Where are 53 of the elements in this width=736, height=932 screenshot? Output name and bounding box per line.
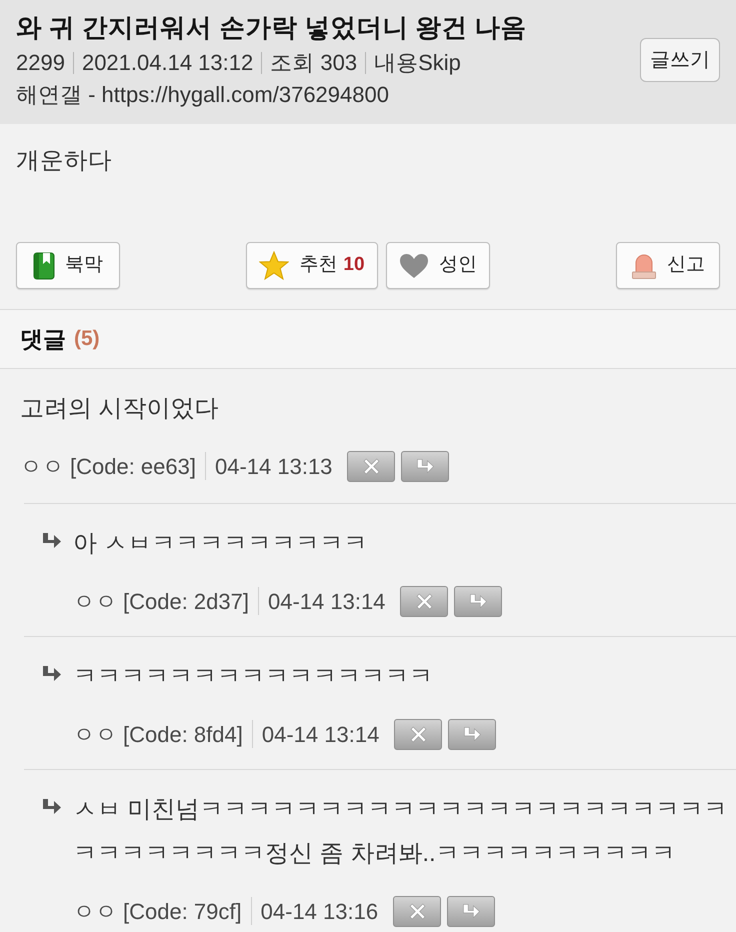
- comment-author: ㅇㅇ: [73, 588, 117, 616]
- star-icon: [259, 251, 290, 280]
- reply-arrow-icon: [468, 592, 488, 610]
- reply-arrow-icon: [42, 532, 62, 550]
- write-button[interactable]: 글쓰기: [640, 38, 720, 82]
- recommend-button[interactable]: 추천 10: [246, 242, 378, 289]
- comments-title: 댓글: [20, 324, 66, 354]
- reply-button[interactable]: [447, 896, 496, 926]
- reply-arrow-icon: [42, 665, 62, 683]
- comment-text: ㅅㅂ 미친넘ㅋㅋㅋㅋㅋㅋㅋㅋㅋㅋㅋㅋㅋㅋㅋㅋㅋㅋㅋㅋㅋㅋㅋㅋㅋㅋㅋㅋㅋㅋ정신 좀 차려봐..ㅋㅋㅋㅋㅋㅋㅋㅋㅋㅋ: [73, 795, 729, 869]
- post-source: 해연갤 - https://hygall.com/376294800: [16, 81, 390, 109]
- post-meta: 2299: [16, 49, 65, 77]
- comment-time: 04-14 13:14: [268, 588, 386, 616]
- reply-button[interactable]: [454, 586, 502, 616]
- reply-arrow-icon: [462, 902, 481, 920]
- comment-code: [Code: 2d37]: [123, 588, 249, 616]
- comment-time: 04-14 13:14: [262, 720, 380, 748]
- delete-button[interactable]: [347, 450, 396, 482]
- close-icon: [408, 902, 426, 920]
- post-meta: 2021.04.14 13:12: [82, 49, 254, 77]
- close-icon: [416, 592, 433, 610]
- delete-button[interactable]: [393, 896, 442, 926]
- comment-author: ㅇㅇ: [73, 898, 117, 926]
- close-icon: [410, 726, 427, 742]
- comment-time: 04-14 13:13: [214, 452, 332, 480]
- comments-count: (5): [74, 326, 100, 352]
- heart-icon: [399, 252, 429, 278]
- comment-time: 04-14 13:16: [260, 898, 378, 926]
- delete-button[interactable]: [394, 718, 442, 750]
- close-icon: [362, 458, 380, 474]
- comment-text: 아 ㅅㅂㅋㅋㅋㅋㅋㅋㅋㅋㅋ: [73, 529, 369, 559]
- comment-text: ㅋㅋㅋㅋㅋㅋㅋㅋㅋㅋㅋㅋㅋㅋㅋ: [73, 662, 434, 692]
- delete-button[interactable]: [400, 586, 448, 616]
- reply-arrow-icon: [42, 798, 62, 816]
- bookmark-button[interactable]: 북막: [16, 242, 120, 289]
- post-meta: 내용Skip: [374, 49, 461, 77]
- comment-code: [Code: 79cf]: [123, 898, 242, 926]
- siren-icon: [631, 252, 657, 280]
- adult-button[interactable]: 성인: [386, 242, 490, 289]
- reply-arrow-icon: [462, 726, 482, 742]
- post-meta: 조회 303: [270, 49, 358, 77]
- report-button[interactable]: 신고: [616, 242, 720, 289]
- comment-author: ㅇㅇ: [20, 452, 64, 480]
- book-icon: [33, 252, 55, 280]
- comment-text: 고려의 시작이었다: [20, 394, 220, 424]
- post-title: 와 귀 간지러워서 손가락 넣었더니 왕건 나옴: [16, 13, 527, 44]
- reply-arrow-icon: [416, 458, 435, 474]
- comment-code: [Code: ee63]: [70, 452, 196, 481]
- reply-button[interactable]: [401, 450, 450, 482]
- comment-code: [Code: 8fd4]: [123, 720, 243, 749]
- comment-author: ㅇㅇ: [73, 720, 117, 748]
- post-body: 개운하다: [16, 146, 113, 175]
- reply-button[interactable]: [448, 718, 496, 750]
